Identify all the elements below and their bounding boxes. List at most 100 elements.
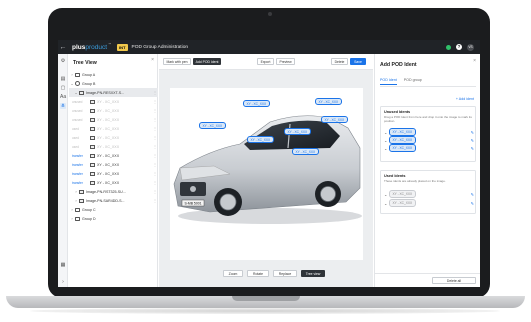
close-icon[interactable]: × xyxy=(151,57,154,63)
logo-main: plus xyxy=(72,43,86,51)
more-icon[interactable]: ⋮ xyxy=(152,90,158,95)
more-icon[interactable]: ⋮ xyxy=(152,189,158,194)
ident-pill[interactable]: XY - XC_XXX xyxy=(389,136,416,144)
print-icon[interactable]: ▤ xyxy=(60,76,66,82)
tree-row-ident[interactable]: transfer XY - XC_XXX ⋮ xyxy=(69,160,158,169)
close-icon[interactable]: × xyxy=(473,58,476,64)
tree-row-label: Image-PN-SAR4DD-S... xyxy=(86,198,125,203)
more-icon[interactable]: ⋮ xyxy=(152,135,158,140)
mark-with-pen-button[interactable]: Mark with pen xyxy=(163,58,191,65)
zoom-button[interactable]: Zoom xyxy=(223,270,243,277)
tree-row-group[interactable]: › Group C xyxy=(69,205,158,214)
hotspot-marker[interactable]: XY - XC_XXX xyxy=(284,128,311,136)
edit-icon[interactable]: ✎ xyxy=(471,146,474,151)
tree-row-ident[interactable]: transfer XY - XC_XXX ⋮ xyxy=(69,169,158,178)
tree-view-button[interactable]: Tree view xyxy=(301,270,325,277)
tree-row-label: Group A xyxy=(82,72,96,77)
ident-pill[interactable]: XY - XC_XXX xyxy=(389,144,416,152)
tree-row-ident[interactable]: used XY - XC_XXX ⋮ xyxy=(69,124,158,133)
more-icon[interactable]: ⋮ xyxy=(152,171,158,176)
help-icon[interactable]: ? xyxy=(456,44,462,50)
tree-row-group[interactable]: ⌄ Group B xyxy=(69,79,158,88)
tab-pod-group[interactable]: POD group xyxy=(404,78,422,85)
replace-button[interactable]: Replace xyxy=(273,270,297,277)
delete-button[interactable]: Delete xyxy=(331,58,348,65)
tree-row-ident[interactable]: unused XY - XC_XXX ⋮ xyxy=(69,106,158,115)
unused-idents-card: Unused Idents Drag a POD Ident from here… xyxy=(380,106,476,162)
preview-button[interactable]: Preview xyxy=(276,58,295,65)
ident-state-tag: transfer xyxy=(72,171,83,176)
export-button[interactable]: Export xyxy=(257,58,274,65)
more-icon[interactable]: ⋮ xyxy=(152,162,158,167)
add-pod-ident-button[interactable]: Add POD Ident xyxy=(193,58,221,65)
tree-row-label: XY - XC_XXX xyxy=(97,135,120,140)
tree-row-group[interactable]: › Group A xyxy=(69,70,158,79)
left-icon-rail: ⚙ ▤ ▢ Aa ⋔ ▦ › xyxy=(58,54,68,287)
hotspot-marker[interactable]: XY - XC_XXX xyxy=(315,98,342,106)
hotspot-marker[interactable]: XY - XC_XXX xyxy=(199,122,226,130)
tree-row-ident[interactable]: transfer XY - XC_XXX ⋮ xyxy=(69,178,158,187)
rotate-button[interactable]: Rotate xyxy=(247,270,269,277)
ident-icon xyxy=(90,126,95,131)
back-arrow-icon[interactable]: ← xyxy=(58,44,68,51)
tree-row-ident[interactable]: unused XY - XC_XXX ⋮ xyxy=(69,115,158,124)
hotspot-marker[interactable]: XY - XC_XXX xyxy=(292,148,319,156)
expand-icon[interactable]: › xyxy=(60,279,66,285)
grid-icon[interactable]: ▦ xyxy=(60,262,66,268)
used-ident-item[interactable]: ⌄ XY - XC_XXX ✎ xyxy=(384,190,474,198)
ident-pill[interactable]: XY - XC_XXX xyxy=(389,190,416,198)
unused-ident-item[interactable]: ⌄ XY - XC_XXX ✎ xyxy=(384,136,474,144)
tree-icon[interactable]: ⋔ xyxy=(60,103,66,109)
image-icon xyxy=(79,90,84,95)
edit-icon[interactable]: ✎ xyxy=(471,201,474,206)
more-icon[interactable]: ⋮ xyxy=(152,99,158,104)
tree-row-ident[interactable]: unused XY - XC_XXX ⋮ xyxy=(69,97,158,106)
car-image-viewer[interactable]: S-MB 5001 xyxy=(170,88,363,260)
more-icon[interactable]: ⋮ xyxy=(152,108,158,113)
add-pod-ident-panel: Add POD Ident × POD Ident POD group + Ad… xyxy=(374,54,480,287)
ident-pill[interactable]: XY - XC_XXX xyxy=(389,128,416,136)
image-icon xyxy=(79,198,84,203)
tree-row-ident[interactable]: transfer XY - XC_XXX ⋮ xyxy=(69,151,158,160)
edit-icon[interactable]: ✎ xyxy=(471,192,474,197)
logo-accent: product xyxy=(85,43,108,51)
unused-idents-title: Unused Idents xyxy=(384,110,411,114)
tabs-divider xyxy=(380,86,476,87)
panel-title: Add POD Ident xyxy=(380,62,417,68)
delete-all-button[interactable]: Delete all xyxy=(432,277,476,284)
hotspot-marker[interactable]: XY - XC_XXX xyxy=(243,100,270,108)
save-button[interactable]: Save xyxy=(350,58,366,65)
ident-state-tag: transfer xyxy=(72,153,83,158)
hotspot-marker[interactable]: XY - XC_XXX xyxy=(247,136,274,144)
more-icon[interactable]: ⋮ xyxy=(152,153,158,158)
tree-row-label: Image-PN-RST325-SU... xyxy=(86,189,126,194)
edit-icon[interactable]: ✎ xyxy=(471,130,474,135)
hotspot-marker[interactable]: XY - XC_XXX xyxy=(321,116,348,124)
ident-pill[interactable]: XY - XC_XXX xyxy=(389,199,416,207)
tree-view-title: Tree View xyxy=(73,60,97,66)
add-ident-link[interactable]: + Add ident xyxy=(456,97,474,101)
avatar[interactable]: VS xyxy=(467,43,474,51)
tree-row-image-selected[interactable]: ⌄ Image-PN-RESXXT-S... ⋮ xyxy=(69,88,158,97)
edit-icon[interactable]: ✎ xyxy=(471,138,474,143)
used-ident-item[interactable]: ⌄ XY - XC_XXX ✎ xyxy=(384,199,474,207)
more-icon[interactable]: ⋮ xyxy=(152,180,158,185)
tree-row-group[interactable]: › Group D xyxy=(69,214,158,223)
tree-row-label: Image-PN-RESXXT-S... xyxy=(86,90,125,95)
more-icon[interactable]: ⋮ xyxy=(152,144,158,149)
tree-row-ident[interactable]: used XY - XC_XXX ⋮ xyxy=(69,142,158,151)
tree-row-image[interactable]: › Image-PN-RST325-SU... ⋮ xyxy=(69,187,158,196)
ident-icon xyxy=(90,108,95,113)
tab-pod-ident[interactable]: POD Ident xyxy=(380,78,397,85)
more-icon[interactable]: ⋮ xyxy=(152,198,158,203)
comment-icon[interactable]: ▢ xyxy=(60,85,66,91)
more-icon[interactable]: ⋮ xyxy=(152,126,158,131)
unused-ident-item[interactable]: ⌄ XY - XC_XXX ✎ xyxy=(384,144,474,152)
more-icon[interactable]: ⋮ xyxy=(152,117,158,122)
settings-icon[interactable]: ⚙ xyxy=(60,58,66,64)
tree-row-ident[interactable]: used XY - XC_XXX ⋮ xyxy=(69,133,158,142)
plusproduct-logo[interactable]: plus product ™ xyxy=(72,42,111,51)
tree-row-image[interactable]: › Image-PN-SAR4DD-S... ⋮ xyxy=(69,196,158,205)
unused-ident-item[interactable]: ⌄ XY - XC_XXX ✎ xyxy=(384,128,474,136)
text-icon[interactable]: Aa xyxy=(60,94,66,100)
